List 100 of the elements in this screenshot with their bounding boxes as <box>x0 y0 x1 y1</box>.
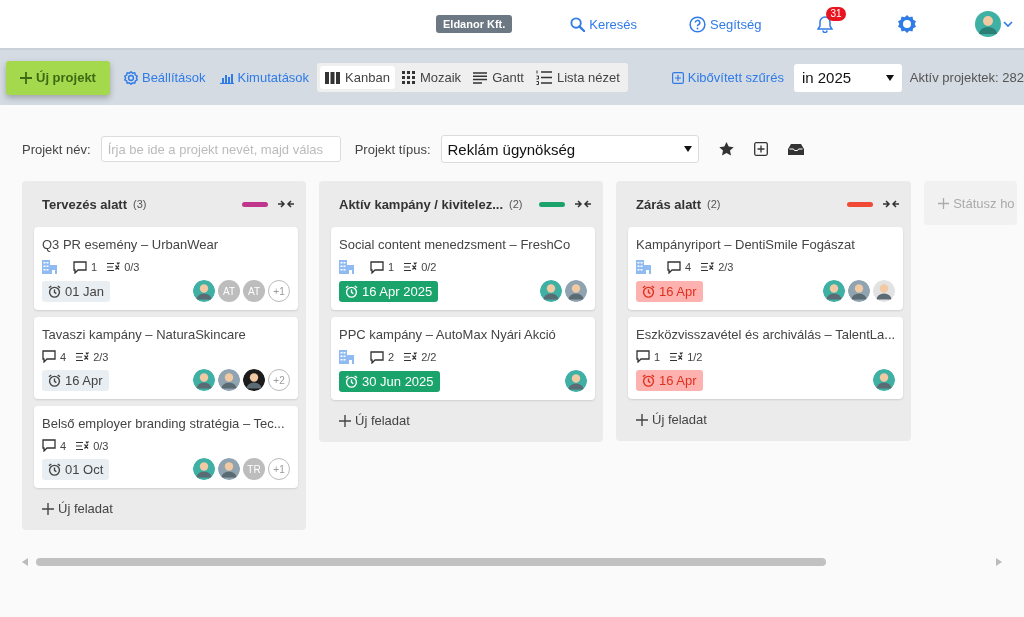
plus-square-icon[interactable] <box>753 142 768 156</box>
view-tab[interactable]: Lista nézet <box>530 66 625 89</box>
card-title: Eszközvisszavétel és archiválás – TalentLa... <box>636 327 896 342</box>
project-type-label: Projekt típus: <box>354 141 431 157</box>
dropdown-arrow-icon <box>885 74 894 81</box>
more-users-count: +2 <box>268 369 290 391</box>
help-link[interactable]: Segítség <box>689 15 762 33</box>
search-link[interactable]: Keresés <box>570 16 638 32</box>
task-card[interactable]: PPC kampány – AutoMax Nyári Akció 2 2/2 30 Jun 2025 <box>331 317 595 400</box>
active-projects-count: Aktív projektek: 282 <box>909 70 1024 85</box>
due-date: 01 Oct <box>42 458 110 480</box>
subtask-count: 2/2 <box>421 351 437 363</box>
star-icon[interactable] <box>718 142 734 156</box>
plus-icon <box>339 414 351 427</box>
bar-chart-icon <box>219 71 234 84</box>
comment-icon <box>42 439 56 452</box>
comment-count: 4 <box>60 439 67 452</box>
more-users-count: +1 <box>268 458 290 480</box>
add-status-text: Státusz ho <box>953 195 1015 211</box>
column-count: (3) <box>133 198 147 210</box>
column-count: (2) <box>707 198 721 210</box>
alarm-clock-icon <box>345 374 358 388</box>
card-title: Tavaszi kampány – NaturaSkincare <box>42 327 247 342</box>
column-title: Zárás alatt <box>636 196 702 212</box>
subtask-count: 0/2 <box>421 261 437 273</box>
card-title: Belső employer branding stratégia – Tec... <box>42 416 286 431</box>
lines-icon <box>473 71 488 84</box>
user-initials: AT <box>243 280 265 302</box>
due-date: 30 Jun 2025 <box>339 370 440 392</box>
due-date: 16 Apr 2025 <box>339 280 439 302</box>
alarm-clock-icon <box>48 462 61 476</box>
alarm-clock-icon <box>642 284 655 298</box>
plus-icon <box>636 413 648 426</box>
comment-icon <box>73 260 87 274</box>
collapse-icon[interactable] <box>575 200 591 208</box>
due-date: 16 Apr <box>42 369 109 391</box>
notification-count: 31 <box>826 7 846 21</box>
subtask-count: 0/3 <box>93 439 109 452</box>
subtask-count: 1/2 <box>687 350 703 363</box>
column-title: Tervezés alatt <box>42 196 128 212</box>
plus-icon <box>938 197 950 209</box>
new-project-button[interactable]: Új projekt <box>6 60 110 95</box>
checklist-icon <box>107 262 121 272</box>
settings-icon[interactable] <box>897 14 918 34</box>
add-task-link[interactable]: Új feladat <box>42 501 113 516</box>
alarm-clock-icon <box>48 284 61 298</box>
comment-count: 4 <box>685 261 692 273</box>
view-tab[interactable]: Gantt <box>468 66 529 89</box>
add-task-link[interactable]: Új feladat <box>636 412 707 427</box>
user-initials: AT <box>218 280 240 302</box>
task-card[interactable]: Q3 PR esemény – UrbanWear 1 0/3 01 Jan AT AT +1 <box>34 227 298 310</box>
dropdown-arrow-icon <box>683 146 692 152</box>
column-title: Aktív kampány / kivitelez... <box>339 196 504 212</box>
inbox-icon[interactable] <box>787 143 804 155</box>
comment-icon <box>42 350 56 363</box>
task-card[interactable]: Social content menedzsment – FreshCo 1 0/2 16 Apr 2025 <box>331 227 595 310</box>
year-select[interactable]: in 2025 <box>793 63 902 92</box>
alarm-clock-icon <box>48 373 61 387</box>
card-title: Q3 PR esemény – UrbanWear <box>42 237 220 252</box>
due-date: 16 Apr <box>636 369 703 391</box>
scrollbar-thumb[interactable] <box>36 557 826 566</box>
search-icon <box>570 16 586 32</box>
checklist-icon <box>701 262 715 272</box>
checklist-icon <box>404 262 418 272</box>
company-badge: Eldanor Kft. <box>436 15 513 33</box>
checklist-icon <box>670 351 684 362</box>
task-card[interactable]: Kampányriport – DentiSmile Fogászat 4 2/3 16 Apr <box>628 227 904 310</box>
more-users-count: +1 <box>268 280 290 302</box>
column-count: (2) <box>509 198 523 210</box>
bell-icon[interactable] <box>817 15 834 33</box>
comment-count: 1 <box>91 261 98 273</box>
project-name-input[interactable]: Írja be ide a projekt nevét, majd válas <box>100 136 341 162</box>
project-type-select[interactable]: Reklám ügynökség <box>440 135 699 163</box>
checklist-icon <box>76 440 90 451</box>
user-initials: TR <box>243 458 265 480</box>
card-title: Social content menedzsment – FreshCo <box>339 237 572 252</box>
add-task-link[interactable]: Új feladat <box>339 413 410 428</box>
comment-icon <box>370 350 384 364</box>
plus-square-icon <box>671 71 684 84</box>
collapse-icon[interactable] <box>883 200 900 208</box>
columns-icon <box>325 71 341 84</box>
alarm-clock-icon <box>642 373 655 387</box>
alarm-clock-icon <box>345 284 358 298</box>
checklist-icon <box>404 352 418 362</box>
collapse-icon[interactable] <box>278 200 294 208</box>
checklist-icon <box>76 351 90 362</box>
task-card[interactable]: Belső employer branding stratégia – Tec... 4 0/3 01 Oct TR +1 <box>34 406 298 488</box>
settings-icon <box>123 70 138 85</box>
comment-count: 1 <box>388 261 395 273</box>
comment-count: 2 <box>388 351 395 363</box>
task-card[interactable]: Tavaszi kampány – NaturaSkincare 4 2/3 16 Apr +2 <box>34 317 298 399</box>
card-title: Kampányriport – DentiSmile Fogászat <box>636 237 856 252</box>
subtask-count: 0/3 <box>124 261 140 273</box>
comment-icon <box>667 260 681 274</box>
project-name-label: Projekt név: <box>22 141 91 157</box>
task-card[interactable]: Eszközvisszavétel és archiválás – TalentLa... 1 1/2 16 Apr <box>628 317 904 399</box>
view-tab[interactable]: Mozaik <box>396 66 467 89</box>
user-menu[interactable] <box>975 11 1014 37</box>
grid-icon <box>401 71 415 84</box>
view-tab[interactable]: Kanban <box>320 66 395 89</box>
